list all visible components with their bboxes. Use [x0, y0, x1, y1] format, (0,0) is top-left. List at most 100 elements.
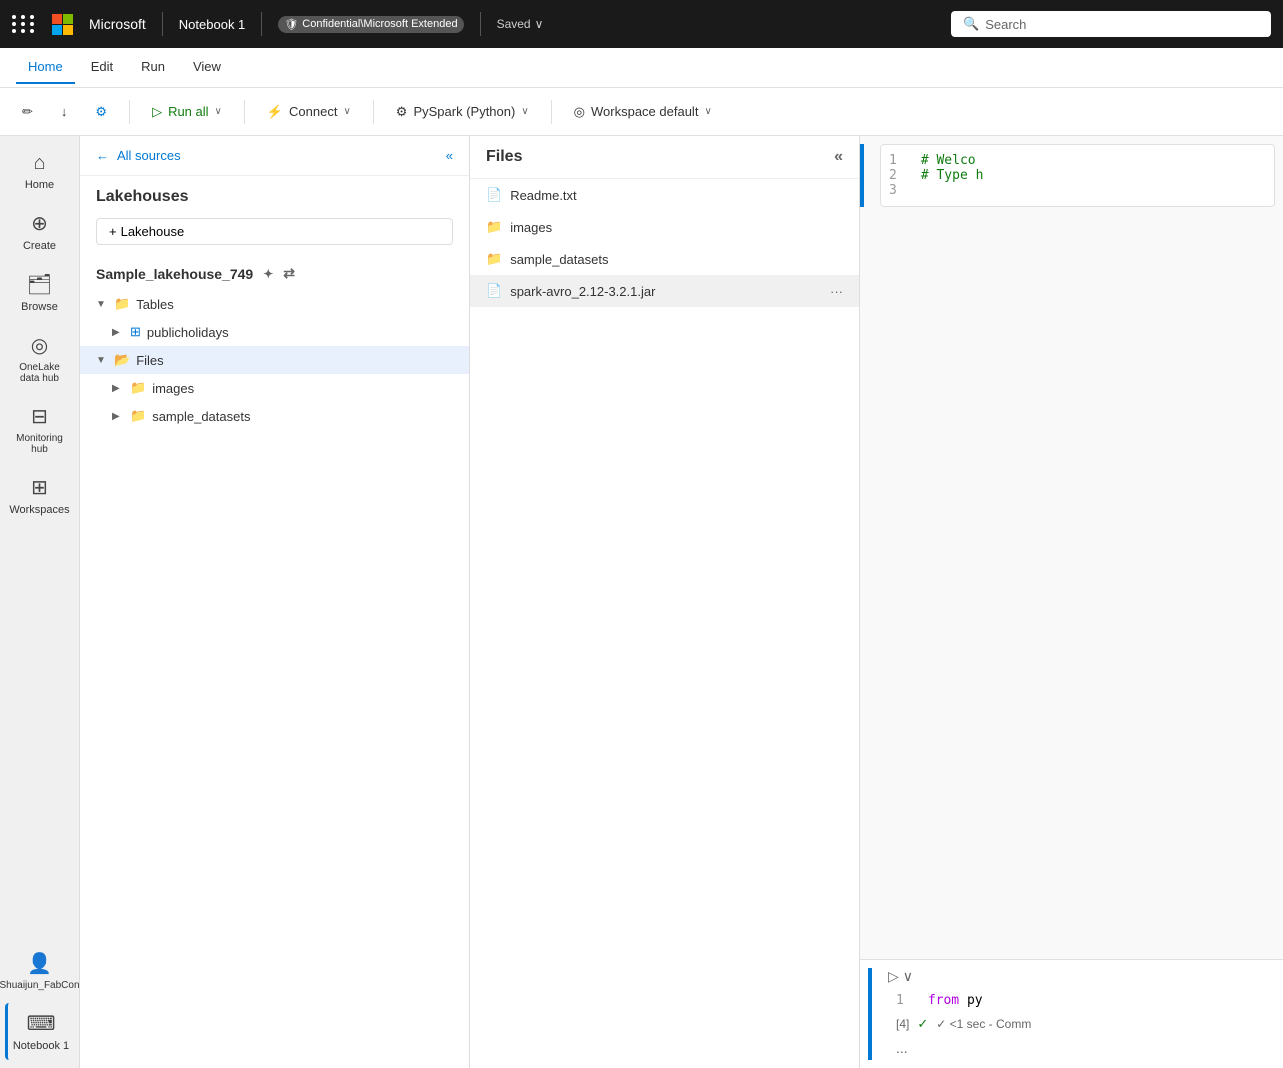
- tree-sample-datasets[interactable]: ▶ 📁 sample_datasets: [96, 402, 469, 430]
- kernel-label: PySpark (Python): [413, 104, 515, 119]
- files-caret: ▼: [96, 355, 108, 366]
- publicholidays-label: publicholidays: [147, 325, 229, 340]
- file-readme[interactable]: 📄 Readme.txt: [470, 179, 859, 211]
- connect-caret: ∨: [343, 106, 350, 117]
- menu-home[interactable]: Home: [16, 51, 75, 84]
- back-arrow-icon: ←: [96, 148, 109, 163]
- file-images[interactable]: 📁 images: [470, 211, 859, 243]
- menu-edit[interactable]: Edit: [79, 51, 125, 84]
- cell-ellipsis: ...: [868, 1036, 1275, 1060]
- code-line-1: 1 # Welco: [889, 153, 1266, 168]
- edit-icon: ✏: [22, 104, 33, 120]
- tree-publicholidays[interactable]: ▶ ⊞ publicholidays: [96, 318, 469, 346]
- files-label: Files: [136, 353, 163, 368]
- cell-menu-btn[interactable]: ∨: [903, 968, 913, 985]
- sample-datasets-label: sample_datasets: [152, 409, 250, 424]
- file-spark-avro[interactable]: 📄 spark-avro_2.12-3.2.1.jar ···: [470, 275, 859, 307]
- pin-icon[interactable]: ✦: [263, 267, 273, 281]
- topbar: Microsoft Notebook 1 🛡 Confidential\Micr…: [0, 0, 1283, 48]
- line-num-2: 2: [889, 168, 913, 183]
- nav-sidebar: ⌂ Home ⊕ Create 🗂 Browse ◎ OneLake data …: [0, 136, 80, 1068]
- workspaces-icon: ⊞: [31, 475, 48, 500]
- run-caret: ∨: [215, 106, 222, 117]
- notebook-title: Notebook 1: [179, 17, 246, 32]
- run-all-btn[interactable]: ▷ Run all ∨: [142, 98, 232, 126]
- back-nav[interactable]: ← All sources «: [80, 136, 469, 176]
- tables-folder-icon: 📁: [114, 296, 130, 312]
- files-header: Files «: [470, 136, 859, 179]
- collapse-files-icon[interactable]: «: [834, 148, 843, 166]
- add-lakehouse-btn[interactable]: + Lakehouse: [96, 218, 453, 245]
- user-icon: 👤: [27, 951, 52, 976]
- sidebar-item-workspaces[interactable]: ⊞ Workspaces: [5, 467, 75, 524]
- cell-status-text: ✓ <1 sec - Comm: [936, 1017, 1031, 1031]
- notebook-icon: ⌨: [27, 1011, 56, 1036]
- cell-status-bar: [4] ✓ ✓ <1 sec - Comm: [868, 1012, 1275, 1036]
- search-box[interactable]: 🔍 Search: [951, 11, 1271, 37]
- line-num-1: 1: [889, 153, 913, 168]
- sidebar-item-monitoring[interactable]: ⊟ Monitoring hub: [5, 396, 75, 463]
- tree-images[interactable]: ▶ 📁 images: [96, 374, 469, 402]
- connect-icon: ⚡: [267, 104, 283, 120]
- sidebar-user-label: Shuaijun_FabCon: [0, 980, 80, 991]
- connect-btn[interactable]: ⚡ Connect ∨: [257, 98, 361, 126]
- files-panel: Files « 📄 Readme.txt 📁 images 📁 sample_d…: [470, 136, 860, 1068]
- sidebar-item-notebook[interactable]: ⌨ Notebook 1: [5, 1003, 75, 1060]
- tables-caret: ▼: [96, 299, 108, 310]
- search-placeholder: Search: [985, 17, 1026, 32]
- sidebar-item-create[interactable]: ⊕ Create: [5, 203, 75, 260]
- swap-icon[interactable]: ⇄: [283, 265, 295, 282]
- tree-files[interactable]: ▼ 📂 Files: [80, 346, 469, 374]
- tree-tables[interactable]: ▼ 📁 Tables: [80, 290, 469, 318]
- cell-blue-bar: [860, 144, 864, 207]
- notebook-area: 1 # Welco 2 # Type h 3 ↓ Load data ▶ ⧉: [860, 136, 1283, 1068]
- file-more-icon[interactable]: ···: [830, 284, 843, 299]
- collapse-left-icon[interactable]: «: [446, 148, 453, 163]
- browse-icon: 🗂: [27, 272, 52, 297]
- sidebar-home-label: Home: [25, 179, 54, 191]
- file-sample-datasets-label: sample_datasets: [510, 252, 608, 267]
- tables-label: Tables: [136, 297, 174, 312]
- code-comment-2: # Type h: [921, 168, 984, 183]
- menu-run[interactable]: Run: [129, 51, 177, 84]
- workspace-btn[interactable]: ◎ Workspace default ∨: [564, 98, 722, 126]
- saved-caret[interactable]: ∨: [535, 17, 544, 31]
- gear-icon: ⚙: [95, 104, 107, 120]
- home-icon: ⌂: [33, 152, 45, 175]
- toolbar-divider-3: [373, 100, 374, 124]
- download-btn[interactable]: ↓: [51, 98, 78, 125]
- app-grid-icon[interactable]: [12, 15, 36, 33]
- settings-btn[interactable]: ⚙: [85, 98, 117, 126]
- toolbar-divider-4: [551, 100, 552, 124]
- from-keyword: from: [928, 993, 959, 1008]
- bottom-code-text: py: [967, 993, 983, 1008]
- file-sample-datasets-icon: 📁: [486, 251, 502, 267]
- sidebar-item-user[interactable]: 👤 Shuaijun_FabCon: [5, 943, 75, 999]
- run-cell-btn[interactable]: ▷: [888, 968, 899, 985]
- all-sources-label: All sources: [117, 148, 181, 163]
- bottom-code: 1 from py: [888, 989, 1275, 1012]
- menubar: Home Edit Run View: [0, 48, 1283, 88]
- code-line-3: 3: [889, 183, 1266, 198]
- sidebar-onelake-label: OneLake data hub: [9, 362, 71, 384]
- menu-view[interactable]: View: [181, 51, 233, 84]
- toolbar: ✏ ↓ ⚙ ▷ Run all ∨ ⚡ Connect ∨ ⚙ PySpark …: [0, 88, 1283, 136]
- microsoft-label: Microsoft: [89, 16, 146, 32]
- kernel-caret: ∨: [521, 106, 528, 117]
- sidebar-item-browse[interactable]: 🗂 Browse: [5, 264, 75, 321]
- workspace-label: Workspace default: [591, 104, 698, 119]
- bottom-line-num: 1: [896, 993, 920, 1008]
- edit-btn[interactable]: ✏: [12, 98, 43, 126]
- cell-num-badge: [4]: [896, 1017, 909, 1031]
- sample-datasets-caret: ▶: [112, 411, 124, 422]
- files-folder-icon: 📂: [114, 352, 130, 368]
- file-sample-datasets[interactable]: 📁 sample_datasets: [470, 243, 859, 275]
- kernel-btn[interactable]: ⚙ PySpark (Python) ∨: [386, 98, 539, 126]
- bottom-blue-bar: [868, 968, 872, 1060]
- sidebar-item-home[interactable]: ⌂ Home: [5, 144, 75, 199]
- monitoring-icon: ⊟: [31, 404, 48, 429]
- sidebar-item-onelake[interactable]: ◎ OneLake data hub: [5, 325, 75, 392]
- bottom-cell: ▷ ∨ 1 from py [4] ✓ ✓ <1 sec - Comm ...: [860, 959, 1283, 1068]
- sidebar-create-label: Create: [23, 240, 56, 252]
- sidebar-browse-label: Browse: [21, 301, 58, 313]
